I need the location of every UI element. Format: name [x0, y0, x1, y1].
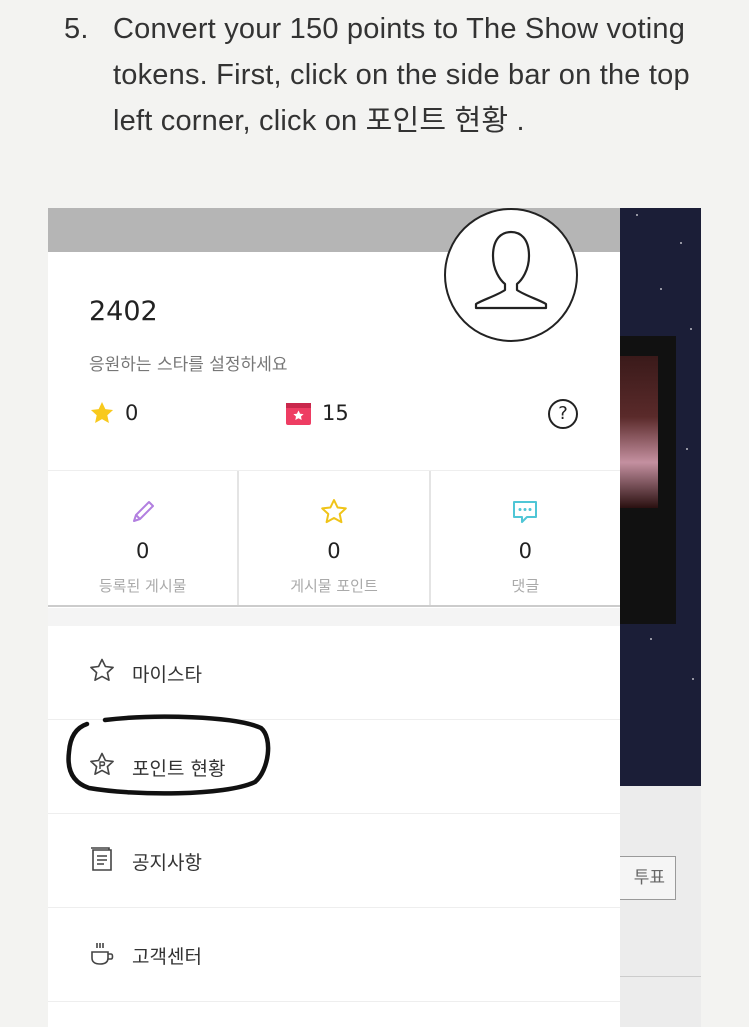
thumbnail-image	[620, 356, 658, 508]
menu-item-customer-center[interactable]: 고객센터	[48, 908, 620, 1002]
star-count-value: 0	[125, 401, 139, 425]
activity-stats: 0 등록된 게시물 0 게시물 포인트 0 댓글	[48, 470, 620, 607]
vote-button[interactable]: 투표	[620, 856, 676, 900]
background-video-thumbnail[interactable]	[620, 336, 676, 624]
stat-label: 게시물 포인트	[290, 577, 378, 595]
highlight-circle-annotation	[66, 714, 271, 796]
menu-label: 고객센터	[132, 946, 202, 968]
menu-label: 공지사항	[132, 852, 202, 874]
instruction-text: 5. Convert your 150 points to The Show v…	[64, 6, 724, 144]
avatar[interactable]	[444, 208, 578, 342]
menu-item-notice[interactable]: 공지사항	[48, 814, 620, 908]
stat-value: 0	[327, 539, 341, 563]
step-text: Convert your 150 points to The Show voti…	[113, 13, 690, 137]
stat-label: 댓글	[511, 577, 540, 595]
star-outline-icon	[321, 499, 347, 524]
menu-label: 마이스타	[132, 664, 202, 686]
username: 2402	[89, 296, 158, 327]
background-content	[620, 786, 701, 1027]
stat-value: 0	[135, 539, 150, 563]
set-star-prompt[interactable]: 응원하는 스타를 설정하세요	[89, 350, 288, 375]
coffee-cup-icon	[91, 943, 114, 965]
stat-value: 0	[518, 539, 532, 563]
app-screenshot: 투표 2402 응원하는 스타를 설정하세요 0 15 ? 0 등록된 게시물 …	[48, 208, 701, 1027]
stat-post-points[interactable]: 0 게시물 포인트	[239, 471, 431, 605]
star-count: 0	[89, 398, 138, 428]
ticket-count: 15	[285, 398, 349, 428]
star-filled-icon	[90, 401, 114, 423]
menu-item-my-star[interactable]: 마이스타	[48, 626, 620, 720]
help-icon[interactable]: ?	[548, 399, 578, 429]
side-drawer: 2402 응원하는 스타를 설정하세요 0 15 ? 0 등록된 게시물 0 게…	[48, 208, 620, 1027]
background-divider	[620, 976, 701, 977]
pencil-icon	[132, 501, 154, 522]
ticket-count-value: 15	[322, 401, 349, 425]
stat-label: 등록된 게시물	[98, 577, 187, 595]
comment-bubble-icon	[513, 501, 538, 523]
stat-comments[interactable]: 0 댓글	[431, 471, 620, 605]
notice-document-icon	[91, 847, 112, 871]
ticket-icon	[286, 403, 311, 425]
section-divider	[48, 608, 620, 626]
star-outline-icon	[90, 658, 114, 681]
stat-registered-posts[interactable]: 0 등록된 게시물	[48, 471, 240, 605]
user-silhouette-icon	[474, 230, 548, 310]
step-number: 5.	[64, 13, 89, 45]
